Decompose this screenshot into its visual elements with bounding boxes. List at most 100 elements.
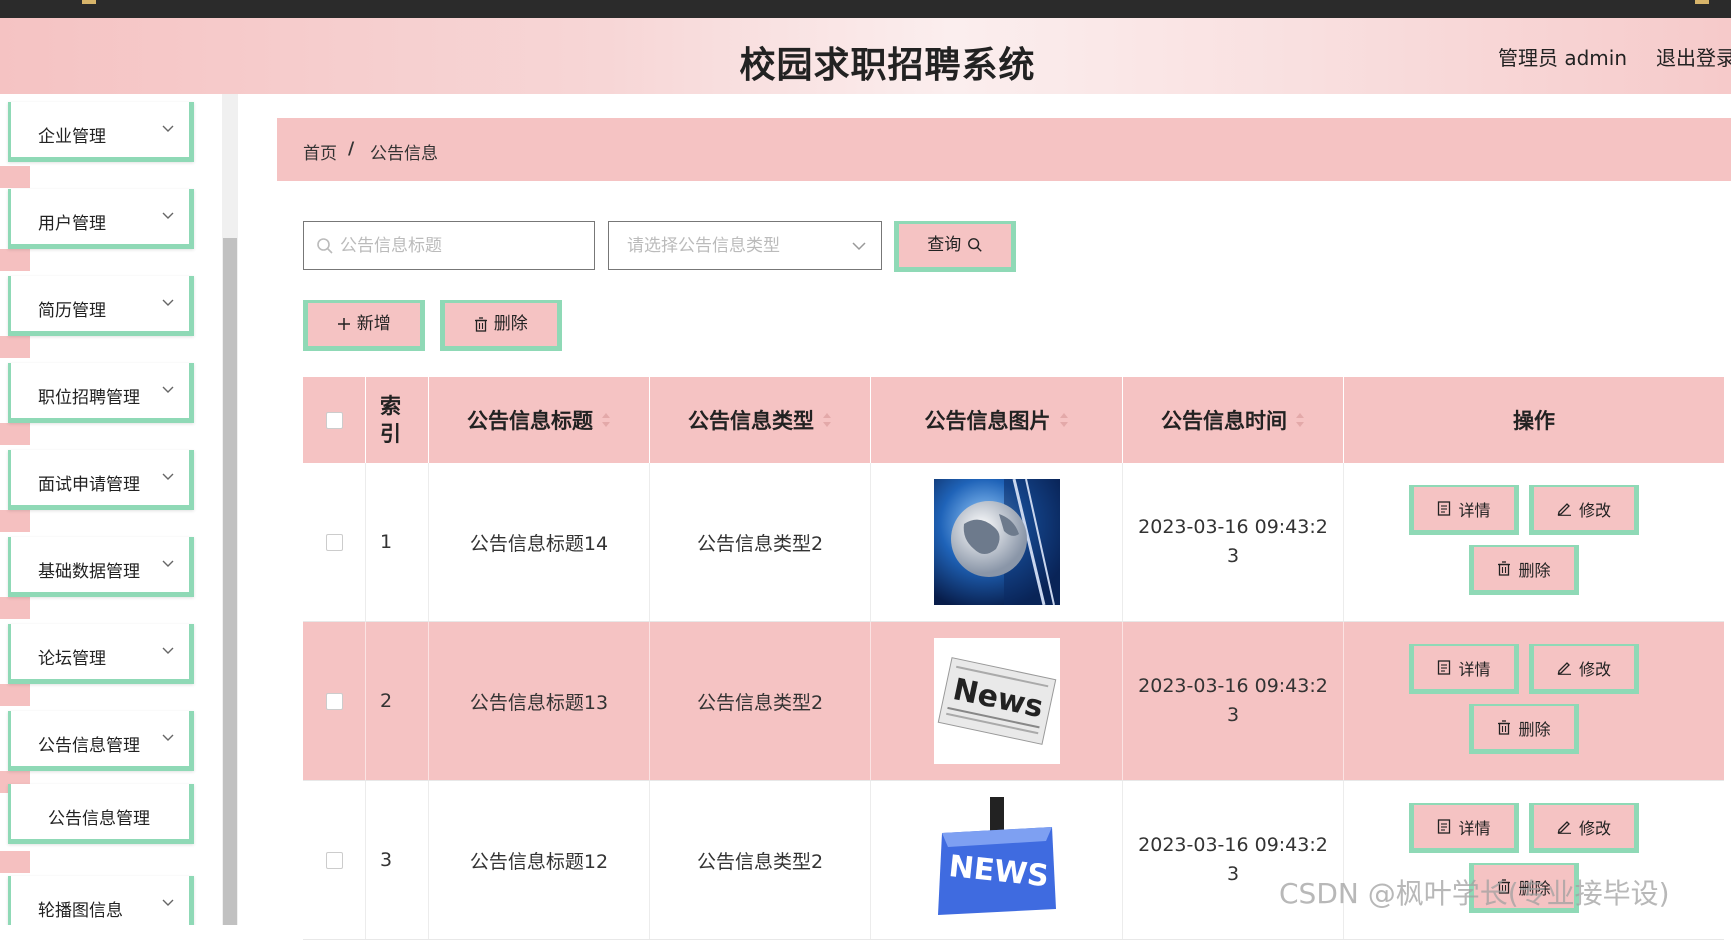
image-cell: News xyxy=(871,622,1123,780)
sidebar-item-label: 职位招聘管理 xyxy=(38,388,140,408)
delete-button[interactable]: 删除 xyxy=(1469,545,1579,595)
time-cell: 2023-03-16 09:43:23 xyxy=(1123,463,1344,621)
index-cell: 1 xyxy=(366,463,429,621)
top-strip-marker xyxy=(82,0,96,4)
index-cell: 2 xyxy=(366,622,429,780)
sidebar-item[interactable]: 面试申请管理 xyxy=(8,450,194,510)
title-search-field[interactable] xyxy=(303,221,595,270)
sidebar-edge-decoration xyxy=(0,510,30,532)
detail-button[interactable]: 详情 xyxy=(1409,644,1519,694)
sort-icon[interactable] xyxy=(601,412,611,428)
sidebar-item-label: 公告信息管理 xyxy=(48,809,150,829)
header-title-label: 公告信息标题 xyxy=(467,409,593,433)
header-index: 索引 xyxy=(366,377,429,463)
chevron-down-icon xyxy=(162,473,174,480)
sidebar-item[interactable]: 公告信息管理 xyxy=(8,711,194,771)
sort-icon[interactable] xyxy=(822,412,832,428)
sidebar-item-label: 用户管理 xyxy=(38,214,106,234)
sidebar-item[interactable]: 用户管理 xyxy=(8,189,194,249)
actions-cell: 详情 修改删除 xyxy=(1344,463,1724,621)
chevron-down-icon xyxy=(162,899,174,906)
header-time-label: 公告信息时间 xyxy=(1161,409,1287,433)
detail-button-label: 详情 xyxy=(1458,818,1491,838)
breadcrumb-current: 公告信息 xyxy=(370,144,438,164)
select-all-checkbox[interactable] xyxy=(325,411,343,429)
sort-icon[interactable] xyxy=(1059,412,1069,428)
title-search-input[interactable] xyxy=(340,231,580,261)
logout-link[interactable]: 退出登录 xyxy=(1656,42,1731,71)
top-strip-marker xyxy=(1695,0,1709,4)
header-type[interactable]: 公告信息类型 xyxy=(650,377,871,463)
query-button[interactable]: 查询 xyxy=(894,221,1016,272)
row-actions: 详情 修改删除 xyxy=(1344,622,1724,780)
newspaper-image: News xyxy=(933,638,1060,764)
sort-icon[interactable] xyxy=(1295,412,1305,428)
sidebar-edge-decoration xyxy=(0,851,30,873)
sidebar-edge-decoration xyxy=(0,166,30,188)
detail-button[interactable]: 详情 xyxy=(1409,485,1519,535)
chevron-down-icon xyxy=(852,242,866,251)
type-select-input[interactable] xyxy=(627,231,837,261)
sidebar-item[interactable]: 简历管理 xyxy=(8,276,194,336)
header-time[interactable]: 公告信息时间 xyxy=(1123,377,1344,463)
row-checkbox[interactable] xyxy=(325,851,343,869)
header-image[interactable]: 公告信息图片 xyxy=(871,377,1123,463)
title-cell: 公告信息标题13 xyxy=(429,622,650,780)
sidebar: 企业管理用户管理简历管理职位招聘管理 面试申请管理基础数据管理 论坛管理公告信息管理… xyxy=(0,94,240,925)
image-cell xyxy=(871,463,1123,621)
app-title: 校园求职招聘系统 xyxy=(739,45,1036,86)
sidebar-item-label: 面试申请管理 xyxy=(38,475,140,495)
row-checkbox[interactable] xyxy=(325,533,343,551)
chevron-down-icon xyxy=(162,125,174,132)
header-title[interactable]: 公告信息标题 xyxy=(429,377,650,463)
app-header: 校园求职招聘系统 管理员 admin 退出登录 xyxy=(0,18,1731,94)
time-value: 2023-03-16 09:43:23 xyxy=(1138,516,1328,567)
add-button-label: 新增 xyxy=(356,314,391,334)
time-cell: 2023-03-16 09:43:23 xyxy=(1123,622,1344,780)
add-button[interactable]: 新增 xyxy=(303,300,425,351)
breadcrumb-separator: / xyxy=(348,139,355,159)
header-actions: 操作 xyxy=(1344,377,1724,463)
sidebar-item[interactable]: 论坛管理 xyxy=(8,624,194,684)
row-actions: 详情 修改 删除 xyxy=(1344,781,1724,939)
time-value: 2023-03-16 09:43:23 xyxy=(1138,675,1328,726)
window-top-strip xyxy=(0,0,1731,18)
news-key-image: NEWS xyxy=(933,797,1060,923)
trash-icon xyxy=(475,316,488,332)
sidebar-scrollbar-thumb[interactable] xyxy=(223,238,237,925)
row-checkbox[interactable] xyxy=(325,692,343,710)
edit-button[interactable]: 修改 xyxy=(1529,644,1639,694)
table-row: 1 公告信息标题14 公告信息类型2 2023-03-16 09:43:23 详情 修改删… xyxy=(303,463,1724,622)
sidebar-item-label: 简历管理 xyxy=(38,301,106,321)
sidebar-item[interactable]: 职位招聘管理 xyxy=(8,363,194,423)
row-select-cell xyxy=(303,622,366,780)
sidebar-edge-decoration xyxy=(0,597,30,619)
sidebar-item[interactable]: 基础数据管理 xyxy=(8,537,194,597)
image-cell: NEWS xyxy=(871,781,1123,939)
edit-button[interactable]: 修改 xyxy=(1529,803,1639,853)
chevron-down-icon xyxy=(162,386,174,393)
pencil-icon xyxy=(1557,662,1571,675)
sidebar-subitem[interactable]: 公告信息管理 xyxy=(8,784,194,844)
delete-button[interactable]: 删除 xyxy=(1469,704,1579,754)
breadcrumb: 首页 / 公告信息 xyxy=(277,118,1731,181)
edit-button[interactable]: 修改 xyxy=(1529,485,1639,535)
breadcrumb-home[interactable]: 首页 xyxy=(303,139,337,164)
search-icon xyxy=(317,238,333,254)
title-cell: 公告信息标题14 xyxy=(429,463,650,621)
sidebar-scrollbar[interactable] xyxy=(222,94,238,925)
sidebar-edge-decoration xyxy=(0,684,30,706)
watermark: CSDN @枫叶学长(专业接毕设) xyxy=(1279,877,1670,910)
detail-button[interactable]: 详情 xyxy=(1409,803,1519,853)
delete-button-label: 删除 xyxy=(1518,560,1551,580)
row-actions: 详情 修改删除 xyxy=(1344,463,1724,621)
batch-delete-button[interactable]: 删除 xyxy=(440,300,562,351)
type-select[interactable] xyxy=(608,221,882,270)
sidebar-item-label: 企业管理 xyxy=(38,127,106,147)
time-cell: 2023-03-16 09:43:23 xyxy=(1123,781,1344,939)
sidebar-item[interactable]: 企业管理 xyxy=(8,102,194,162)
sidebar-edge-decoration xyxy=(0,249,30,271)
type-cell: 公告信息类型2 xyxy=(650,463,871,621)
sidebar-item-label: 轮播图信息 xyxy=(38,901,123,921)
sidebar-item[interactable]: 轮播图信息 xyxy=(8,876,194,925)
